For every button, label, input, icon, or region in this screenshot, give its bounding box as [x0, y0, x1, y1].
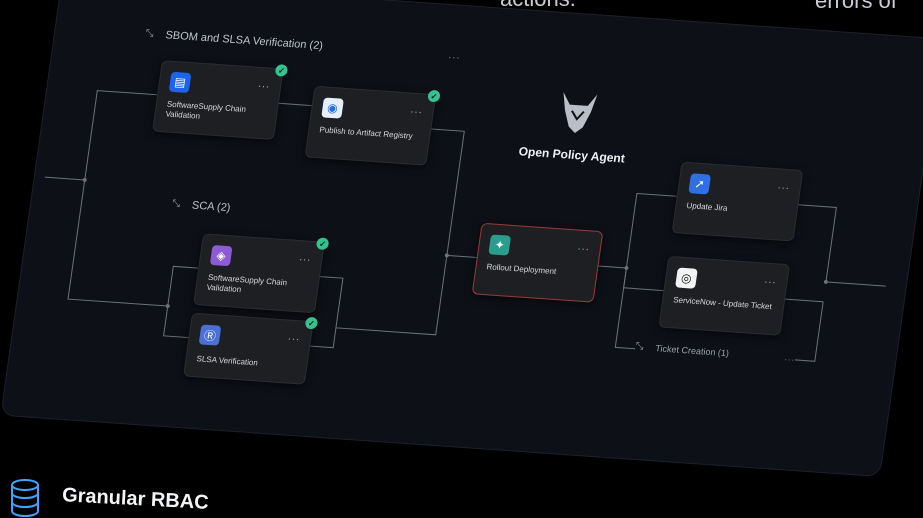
rollout-icon: ✦	[488, 234, 512, 256]
node-menu-button[interactable]: ...	[410, 104, 424, 117]
node-label: Rollout Deployment	[485, 262, 557, 277]
node-sca-supply-chain[interactable]: ◈ ... SoftwareSupply Chain Validation ✓	[193, 233, 330, 314]
node-label: ServiceNow - Update Ticket	[672, 295, 773, 312]
pipeline-stage: ⤡ SBOM and SLSA Verification (2) ... ⤡ S…	[0, 0, 923, 518]
node-update-jira[interactable]: ➚ ... Update Jira	[671, 161, 804, 242]
group-icon: ⤡	[634, 340, 645, 353]
jira-icon: ➚	[688, 173, 712, 195]
node-sbom-supply-chain[interactable]: ▤ ... SoftwareSupply Chain Validation ✓	[151, 60, 289, 141]
node-menu-button[interactable]: ...	[287, 331, 301, 344]
slsa-icon: Ⓡ	[198, 324, 222, 346]
node-label: SLSA Verification	[195, 354, 259, 368]
node-menu-button[interactable]: ...	[764, 274, 778, 287]
node-menu-button[interactable]: ...	[299, 251, 313, 264]
opa-badge: Open Policy Agent	[501, 84, 651, 166]
group-icon: ⤡	[171, 198, 181, 210]
node-menu-button[interactable]: ...	[257, 78, 271, 91]
shield-icon: ◈	[209, 245, 233, 267]
group-more-button[interactable]: ...	[448, 49, 462, 62]
servicenow-icon: ◎	[675, 267, 698, 289]
node-menu-button[interactable]: ...	[777, 179, 791, 192]
pipeline-canvas: ⤡ SBOM and SLSA Verification (2) ... ⤡ S…	[0, 0, 923, 478]
group-icon: ⤡	[144, 27, 155, 40]
node-rollout-deployment[interactable]: ✦ ... Rollout Deployment	[471, 222, 604, 303]
node-menu-button[interactable]: ...	[577, 241, 591, 254]
node-label: Publish to Artifact Registry	[318, 125, 414, 141]
node-servicenow-ticket[interactable]: ◎ ... ServiceNow - Update Ticket	[658, 255, 791, 336]
group-more-button[interactable]: ...	[784, 352, 796, 363]
section-title: Granular RBAC	[61, 484, 210, 514]
group-label-sca-text: SCA (2)	[191, 199, 232, 215]
node-publish-registry[interactable]: ◉ ... Publish to Artifact Registry ✓	[304, 85, 441, 166]
node-label: SoftwareSupply Chain Validation	[164, 99, 247, 121]
docker-icon: ▤	[168, 71, 192, 93]
database-icon	[11, 479, 39, 518]
node-label: SoftwareSupply Chain Validation	[206, 272, 288, 295]
node-label: Update Jira	[685, 201, 729, 213]
node-slsa-verification[interactable]: Ⓡ ... SLSA Verification ✓	[183, 312, 319, 385]
opa-logo-icon	[563, 92, 598, 134]
footer-section: Granular RBAC	[0, 470, 923, 518]
registry-icon: ◉	[321, 97, 344, 119]
